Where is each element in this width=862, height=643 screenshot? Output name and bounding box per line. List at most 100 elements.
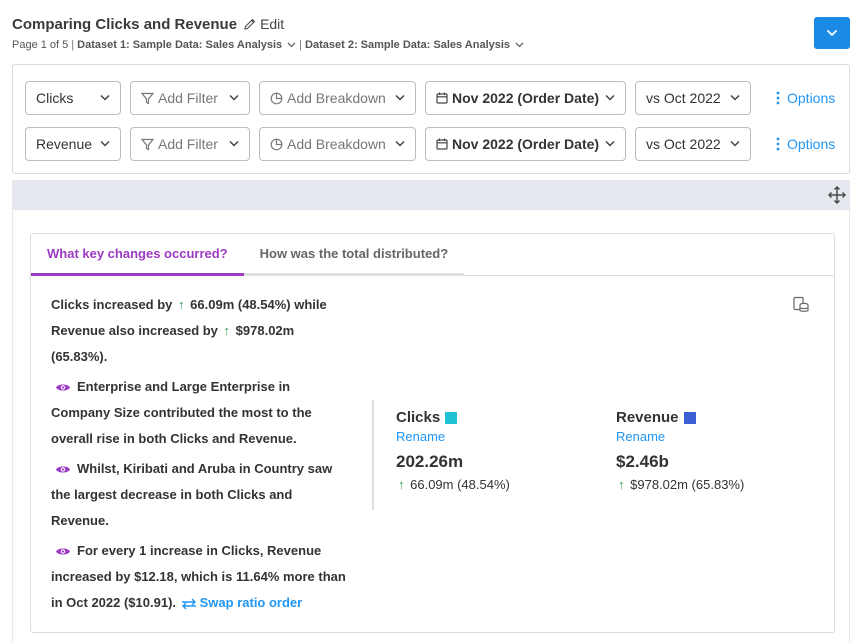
chevron-down-icon [287,42,296,48]
metric-select[interactable]: Clicks [25,81,121,115]
options-label: Options [787,136,836,152]
metric-value: 202.26m [396,452,464,471]
summary-text-a: Clicks increased by [51,297,173,312]
database-icon[interactable] [792,296,810,314]
insight-tabs: What key changes occurred? How was the t… [31,234,834,276]
pencil-icon [244,18,256,30]
swap-label: Swap ratio order [199,595,303,610]
add-filter-select[interactable]: Add Filter [130,127,250,161]
compare-select[interactable]: vs Oct 2022 [635,127,751,161]
tab-key-changes[interactable]: What key changes occurred? [31,234,244,276]
kebab-icon [776,91,780,105]
options-button[interactable]: Options [776,90,835,106]
metric-value: $2.46b [616,452,669,471]
options-button[interactable]: Options [776,136,835,152]
chevron-down-icon [229,140,239,147]
metric-name-label: Revenue [616,409,679,426]
compare-label: vs Oct 2022 [646,90,721,106]
page-title: Comparing Clicks and Revenue [12,15,238,33]
date-select[interactable]: Nov 2022 (Order Date) [425,127,626,161]
metric-change: ↑ 66.09m (48.54%) [396,477,510,492]
edit-button[interactable]: Edit [243,16,284,32]
chevron-down-icon [229,94,239,101]
dataset1-label: Dataset 1: Sample Data: Sales Analysis [77,39,283,51]
dataset2-selector[interactable]: Dataset 2: Sample Data: Sales Analysis [305,39,524,51]
kebab-icon [776,137,780,151]
chevron-down-icon [100,140,110,147]
breakdown-label: Add Breakdown [287,90,386,106]
metric-select[interactable]: Revenue [25,127,121,161]
divider [372,400,374,510]
dataset-row: Page 1 of 5 | Dataset 1: Sample Data: Sa… [12,39,850,51]
chevron-down-icon [515,42,524,48]
chevron-down-icon [826,29,838,37]
color-swatch [683,411,696,424]
metric-value: Clicks [36,90,74,106]
arrow-up-icon: ↑ [178,297,185,312]
metric-card-revenue: Revenue Rename $2.46b ↑ $978.02m (65.83%… [616,409,744,492]
query-controls: Clicks Add Filter Add Breakdown Nov 2022… [12,64,850,174]
insight-text: Whilst, Kiribati and Aruba in Country sa… [51,461,333,528]
eye-icon[interactable] [55,464,71,475]
rename-button[interactable]: Rename [616,429,744,444]
insight-narrative: Clicks increased by ↑ 66.09m (48.54%) wh… [51,292,351,620]
add-breakdown-select[interactable]: Add Breakdown [259,81,416,115]
metric-name: Revenue [616,409,744,426]
filter-label: Add Filter [158,136,218,152]
metric-value: Revenue [36,136,93,152]
page-info: Page 1 of 5 [12,39,69,51]
filter-label: Add Filter [158,90,218,106]
separator: | [71,39,75,51]
add-breakdown-select[interactable]: Add Breakdown [259,127,416,161]
eye-icon[interactable] [55,382,71,393]
metric-change: ↑ $978.02m (65.83%) [616,477,744,492]
metric-name-label: Clicks [396,409,441,426]
insights-card: What key changes occurred? How was the t… [30,233,835,633]
insight-item: For every 1 increase in Clicks, Revenue … [51,538,351,616]
metric-change-value: $978.02m (65.83%) [630,477,745,492]
rename-button[interactable]: Rename [396,429,510,444]
arrow-up-icon: ↑ [618,477,625,492]
dropdown-button[interactable] [814,17,850,49]
calendar-icon [436,138,448,150]
funnel-icon [141,92,154,105]
options-label: Options [787,90,836,106]
chevron-down-icon [730,94,740,101]
date-label: Nov 2022 (Order Date) [452,90,600,106]
color-swatch [445,411,458,424]
add-filter-select[interactable]: Add Filter [130,81,250,115]
breakdown-label: Add Breakdown [287,136,386,152]
arrow-up-icon: ↑ [398,477,405,492]
title-row: Comparing Clicks and Revenue Edit [12,14,850,34]
eye-icon[interactable] [55,546,71,557]
insights-panel: What key changes occurred? How was the t… [12,210,850,643]
chevron-down-icon [395,140,405,147]
insight-item: Whilst, Kiribati and Aruba in Country sa… [51,456,351,534]
swap-ratio-button[interactable]: Swap ratio order [180,595,303,610]
move-arrows-icon[interactable] [828,186,846,204]
dataset2-label: Dataset 2: Sample Data: Sales Analysis [305,39,511,51]
chevron-down-icon [730,140,740,147]
compare-select[interactable]: vs Oct 2022 [635,81,751,115]
date-label: Nov 2022 (Order Date) [452,136,600,152]
panel-drag-bar [12,180,850,210]
chevron-down-icon [395,94,405,101]
date-select[interactable]: Nov 2022 (Order Date) [425,81,626,115]
calendar-icon [436,92,448,104]
metric-name: Clicks [396,409,510,426]
edit-label: Edit [260,16,285,32]
compare-label: vs Oct 2022 [646,136,721,152]
funnel-icon [141,138,154,151]
metric-card-clicks: Clicks Rename 202.26m ↑ 66.09m (48.54%) [396,409,510,492]
swap-arrows-icon [181,598,196,610]
tab-distribution[interactable]: How was the total distributed? [243,234,465,276]
pie-icon [270,138,283,151]
insight-item: Enterprise and Large Enterprise in Compa… [51,374,351,452]
metric-change-value: 66.09m (48.54%) [410,477,510,492]
page-header: Comparing Clicks and Revenue Edit Page 1… [12,14,850,58]
chevron-down-icon [605,94,615,101]
dataset1-selector[interactable]: Dataset 1: Sample Data: Sales Analysis [77,39,296,51]
insight-summary: Clicks increased by ↑ 66.09m (48.54%) wh… [51,292,351,370]
chevron-down-icon [100,94,110,101]
insight-text: Enterprise and Large Enterprise in Compa… [51,379,312,446]
